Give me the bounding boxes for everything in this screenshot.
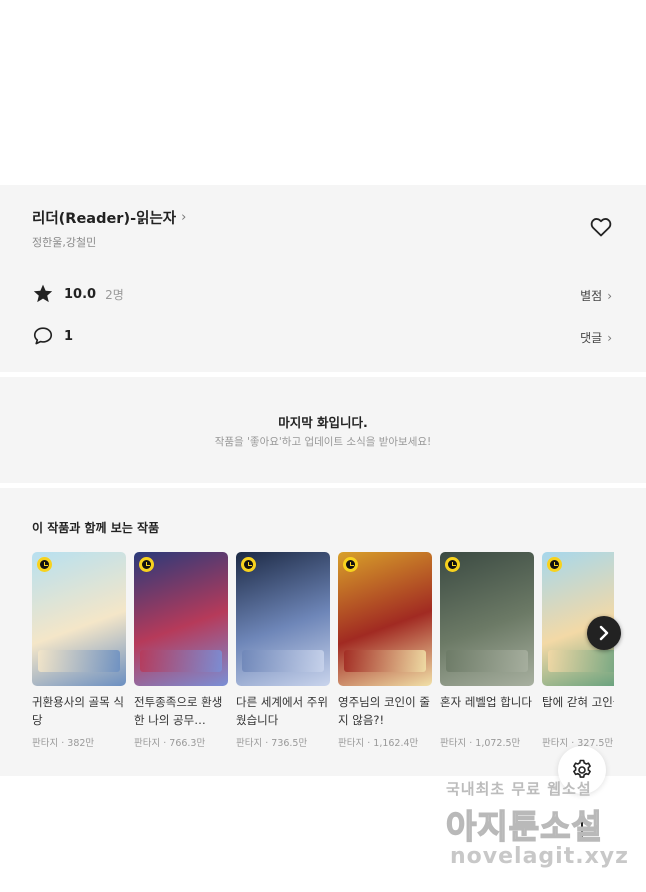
clock-icon: [547, 557, 562, 572]
card-meta: 판타지 · 382만: [32, 738, 95, 749]
watermark-tagline: 국내최초 무료 웹소설: [446, 780, 592, 798]
recommendation-card[interactable]: 탑에 갇혀 고인물 판타지 · 327.5만: [542, 552, 614, 749]
watermark-domain: novelagit.xyz: [450, 844, 629, 869]
title-logo-art: [344, 650, 426, 672]
recommendation-card[interactable]: 전투종족으로 환생한 나의 공무… 판타지 · 766.3만: [134, 552, 228, 749]
chevron-right-icon: ›: [181, 210, 187, 225]
title-logo-art: [140, 650, 222, 672]
chevron-right-icon: [599, 625, 609, 641]
clock-icon: [343, 557, 358, 572]
card-meta: 판타지 · 766.3만: [134, 738, 206, 749]
title-logo-art: [242, 650, 324, 672]
work-info-section: 리더(Reader)-읽는자 › 정한울,강철민 10.0 2명 별점 › 1 …: [0, 185, 646, 372]
card-title: 다른 세계에서 주위웠습니다: [236, 695, 328, 727]
recommendation-carousel[interactable]: 귀환용사의 골목 식당 판타지 · 382만 전투종족으로 환생한 나의 공무……: [32, 552, 614, 762]
carousel-next-button[interactable]: [587, 616, 621, 650]
work-title-link[interactable]: 리더(Reader)-읽는자 ›: [32, 207, 186, 228]
card-title: 탑에 갇혀 고인물: [542, 695, 614, 709]
card-thumbnail: [134, 552, 228, 686]
last-episode-heading: 마지막 화입니다.: [278, 415, 368, 430]
speech-bubble-icon: [33, 327, 53, 345]
card-thumbnail: [440, 552, 534, 686]
card-meta: 판타지 · 1,162.4만: [338, 738, 419, 749]
title-logo-art: [548, 650, 614, 672]
clock-icon: [37, 557, 52, 572]
comment-count: 1: [64, 328, 74, 344]
card-thumbnail: [338, 552, 432, 686]
rating-row: 10.0 2명: [32, 283, 124, 305]
star-icon: [33, 284, 53, 303]
clock-icon: [241, 557, 256, 572]
clock-icon: [445, 557, 460, 572]
site-watermark: 국내최초 무료 웹소설 아지툰소설 novelagit.xyz: [445, 778, 629, 878]
last-episode-subtext: 작품을 '좋아요'하고 업데이트 소식을 받아보세요!: [214, 436, 432, 448]
card-title: 영주님의 코인이 줄지 않음?!: [338, 695, 430, 727]
card-title: 혼자 레벨업 합니다: [440, 695, 532, 709]
comment-row: 1: [32, 325, 73, 347]
recommendation-card[interactable]: 귀환용사의 골목 식당 판타지 · 382만: [32, 552, 126, 749]
comment-link-label: 댓글: [580, 331, 603, 345]
card-meta: 판타지 · 1,072.5만: [440, 738, 521, 749]
rating-link[interactable]: 별점 ›: [580, 287, 612, 304]
recommendation-card[interactable]: 혼자 레벨업 합니다 판타지 · 1,072.5만: [440, 552, 534, 749]
card-title: 귀환용사의 골목 식당: [32, 695, 124, 727]
comment-link[interactable]: 댓글 ›: [580, 329, 612, 346]
work-title: 리더(Reader)-읽는자: [32, 211, 177, 227]
chevron-right-icon: ›: [607, 330, 612, 345]
card-title: 전투종족으로 환생한 나의 공무…: [134, 695, 223, 727]
last-episode-notice: 마지막 화입니다. 작품을 '좋아요'하고 업데이트 소식을 받아보세요!: [0, 377, 646, 483]
rating-link-label: 별점: [580, 289, 603, 303]
recommendation-card[interactable]: 다른 세계에서 주위웠습니다 판타지 · 736.5만: [236, 552, 330, 749]
top-blank-area: [0, 0, 646, 185]
title-logo-art: [446, 650, 528, 672]
work-authors: 정한울,강철민: [32, 236, 97, 249]
heart-icon[interactable]: [589, 215, 613, 239]
card-meta: 판타지 · 736.5만: [236, 738, 308, 749]
recommendations-heading: 이 작품과 함께 보는 작품: [32, 521, 160, 535]
recommendations-section: 이 작품과 함께 보는 작품 귀환용사의 골목 식당 판타지 · 382만 전투…: [0, 488, 646, 776]
rating-count: 2명: [105, 287, 124, 302]
clock-icon: [139, 557, 154, 572]
rating-score: 10.0: [64, 286, 97, 302]
card-thumbnail: [32, 552, 126, 686]
watermark-brand: 아지툰소설: [445, 806, 603, 847]
title-logo-art: [38, 650, 120, 672]
chevron-right-icon: ›: [607, 288, 612, 303]
card-thumbnail: [236, 552, 330, 686]
recommendation-card[interactable]: 영주님의 코인이 줄지 않음?! 판타지 · 1,162.4만: [338, 552, 432, 749]
